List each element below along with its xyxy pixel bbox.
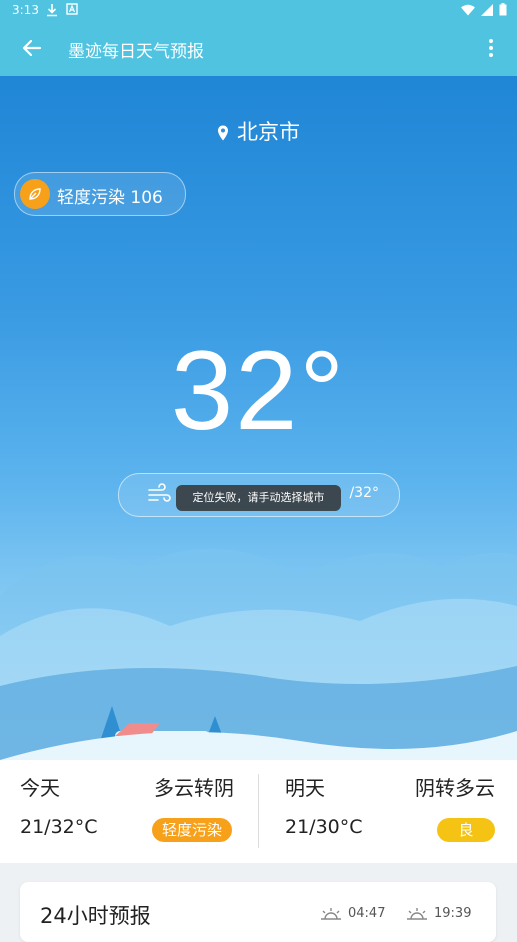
wind-icon [148, 483, 171, 502]
temperature-range: /32° [349, 485, 379, 501]
battery-icon [499, 3, 507, 16]
tomorrow-summary[interactable]: 明天 阴转多云 21/30°C 良 [259, 760, 517, 863]
city-name: 北京市 [237, 120, 300, 144]
daily-summary: 今天 多云转阴 21/32°C 轻度污染 明天 阴转多云 21/30°C 良 [0, 760, 517, 863]
location[interactable]: 北京市 [0, 116, 517, 146]
hourly-forecast-title: 24小时预报 [40, 904, 151, 928]
tomorrow-condition: 阴转多云 [415, 776, 495, 800]
air-quality-label: 轻度污染 [57, 188, 125, 208]
today-label: 今天 [20, 776, 60, 800]
sunrise-icon [321, 907, 341, 920]
location-failed-toast: 定位失败，请手动选择城市 [176, 485, 341, 511]
sunset-icon [407, 907, 427, 920]
app-notification-icon [66, 3, 78, 15]
location-pin-icon [218, 125, 228, 141]
today-condition: 多云转阴 [154, 776, 234, 800]
today-air-quality-badge: 轻度污染 [152, 818, 232, 842]
leaf-icon [20, 179, 50, 209]
app-title: 墨迹每日天气预报 [68, 42, 204, 62]
wifi-icon [461, 4, 475, 15]
back-arrow-icon[interactable] [18, 34, 46, 62]
status-notification-icons [46, 3, 78, 17]
signal-icon [481, 3, 493, 16]
status-system-icons [461, 3, 507, 16]
download-icon [47, 4, 57, 17]
app-bar: 墨迹每日天气预报 [0, 22, 517, 76]
air-quality-value: 106 [130, 188, 163, 208]
landscape-illustration [0, 548, 517, 760]
current-temperature: 32° [170, 328, 347, 453]
tomorrow-air-quality-badge: 良 [437, 818, 495, 842]
today-temperature-range: 21/32°C [20, 816, 98, 838]
status-bar: 3:13 [0, 0, 517, 22]
tomorrow-temperature-range: 21/30°C [285, 816, 363, 838]
hourly-forecast-card: 24小时预报 04:47 19:39 [20, 882, 496, 942]
air-quality-pill[interactable]: 轻度污染 106 [14, 172, 186, 216]
more-options-icon[interactable] [479, 36, 503, 60]
status-time: 3:13 [12, 3, 39, 17]
tomorrow-label: 明天 [285, 776, 325, 800]
weather-hero: 北京市 轻度污染 106 32° /32° 定位失败，请手动选择城市 [0, 76, 517, 760]
today-summary[interactable]: 今天 多云转阴 21/32°C 轻度污染 [0, 760, 258, 863]
